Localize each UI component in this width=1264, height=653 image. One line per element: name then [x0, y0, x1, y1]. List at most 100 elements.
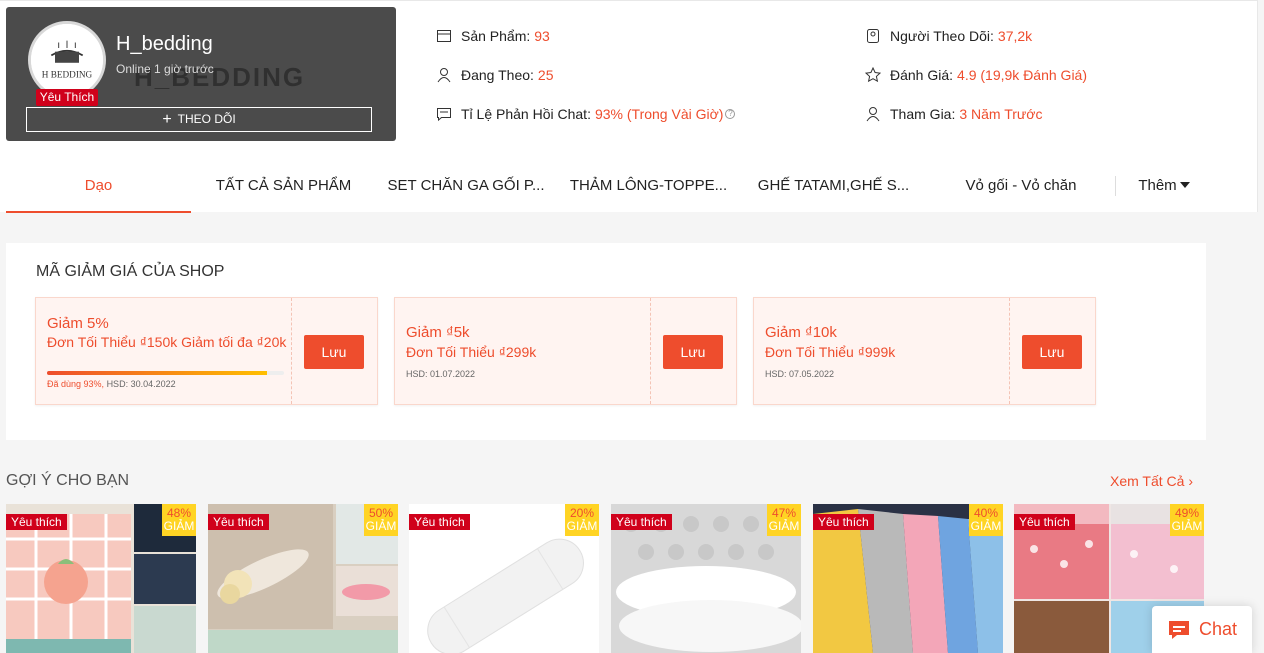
voucher-condition: Đơn Tối Thiểu ₫299k	[406, 344, 537, 360]
stat-following-label: Đang Theo:	[461, 67, 534, 83]
avatar-logo-text: H BEDDING	[42, 70, 93, 80]
stat-following-value: 25	[537, 67, 554, 83]
see-all-link[interactable]: Xem Tất Cả ›	[1110, 473, 1193, 489]
voucher-section: MÃ GIẢM GIÁ CỦA SHOP Giảm 5% Đơn Tối Thi…	[6, 243, 1206, 440]
voucher-used: Đã dùng 93%,	[47, 379, 105, 389]
preferred-badge: Yêu Thích	[36, 89, 98, 106]
stat-following: Đang Theo: 25	[436, 67, 553, 83]
tab-more[interactable]: Thêm	[1124, 159, 1204, 213]
product-card[interactable]: Yêu thích 48% GIẢM	[6, 504, 196, 653]
help-icon[interactable]: ?	[725, 109, 736, 119]
shop-card: H_BEDDING H BEDDING Yêu Thích H_bedding …	[6, 7, 396, 141]
chevron-right-icon: ›	[1188, 473, 1193, 489]
save-voucher-button[interactable]: Lưu	[1022, 335, 1082, 369]
tab-all-products[interactable]: TẤT CẢ SẢN PHẨM	[201, 159, 366, 213]
stat-followers-value: 37,2k	[997, 28, 1033, 44]
shop-name: H_bedding	[116, 33, 213, 55]
follow-label: THEO DÕI	[177, 112, 236, 126]
stat-joined-label: Tham Gia:	[890, 106, 956, 122]
discount-badge: 49% GIẢM	[1170, 504, 1204, 536]
save-voucher-button[interactable]: Lưu	[304, 335, 364, 369]
voucher-note: Đã dùng 93%, HSD: 30.04.2022	[47, 379, 176, 389]
discount-badge: 48% GIẢM	[162, 504, 196, 536]
stat-rating-label: Đánh Giá:	[890, 67, 954, 83]
product-card[interactable]: Yêu thích 40% GIẢM	[813, 504, 1003, 653]
stat-chat-rate-value: 93% (Trong Vài Giờ)	[594, 106, 724, 122]
voucher-expiry: HSD: 07.05.2022	[765, 369, 835, 379]
discount-badge: 40% GIẢM	[969, 504, 1003, 536]
discount-label: GIẢM	[1171, 519, 1203, 533]
tab-more-label: Thêm	[1138, 177, 1177, 194]
voucher-body: Giảm 5% Đơn Tối Thiểu ₫150k Giảm tối đa …	[36, 298, 292, 404]
see-all-label: Xem Tất Cả	[1110, 473, 1185, 489]
voucher-expiry: HSD: 01.07.2022	[406, 369, 476, 379]
chat-label: Chat	[1198, 619, 1238, 639]
stat-joined-value: 3 Năm Trước	[959, 106, 1043, 122]
stat-followers: Người Theo Dõi: 37,2k	[865, 28, 1032, 44]
chat-button[interactable]: Chat	[1152, 606, 1252, 653]
voucher-body: Giảm ₫10k Đơn Tối Thiểu ₫999k HSD: 07.05…	[754, 298, 1010, 404]
stat-followers-label: Người Theo Dõi:	[890, 28, 994, 44]
chat-icon	[1168, 620, 1189, 639]
discount-label: GIẢM	[365, 519, 397, 533]
tab-tatami-chairs[interactable]: GHẾ TATAMI,GHẾ S...	[746, 159, 921, 213]
voucher-heading: Giảm 5%	[47, 315, 109, 332]
favorite-badge: Yêu thích	[813, 514, 874, 530]
star-icon	[865, 67, 881, 83]
voucher-card: Giảm ₫5k Đơn Tối Thiểu ₫299k HSD: 01.07.…	[394, 297, 737, 405]
voucher-usage-fill	[47, 371, 268, 375]
voucher-heading: Giảm ₫5k	[406, 324, 470, 341]
product-card[interactable]: Yêu thích 47% GIẢM	[611, 504, 801, 653]
favorite-badge: Yêu thích	[6, 514, 67, 530]
person-icon	[866, 107, 880, 122]
follow-button[interactable]: + THEO DÕI	[26, 107, 372, 132]
plus-icon: +	[162, 111, 172, 128]
discount-label: GIẢM	[163, 519, 195, 533]
store-icon	[437, 30, 451, 42]
stat-rating-value: 4.9 (19,9k Đánh Giá)	[957, 67, 1088, 83]
voucher-expiry: HSD: 30.04.2022	[106, 379, 176, 389]
tab-pillow-covers[interactable]: Vỏ gối - Vỏ chăn	[946, 159, 1096, 213]
shop-avatar[interactable]: H BEDDING	[28, 21, 106, 99]
discount-label: GIẢM	[768, 519, 800, 533]
stat-chat-rate-label: Tỉ Lệ Phản Hồi Chat:	[461, 106, 591, 122]
discount-badge: 50% GIẢM	[364, 504, 398, 536]
discount-badge: 47% GIẢM	[767, 504, 801, 536]
voucher-card: Giảm 5% Đơn Tối Thiểu ₫150k Giảm tối đa …	[35, 297, 378, 405]
stat-products: Sản Phẩm: 93	[436, 28, 550, 44]
save-voucher-button[interactable]: Lưu	[663, 335, 723, 369]
stat-rating: Đánh Giá: 4.9 (19,9k Đánh Giá)	[865, 67, 1087, 83]
favorite-badge: Yêu thích	[1014, 514, 1075, 530]
discount-label: GIẢM	[970, 519, 1002, 533]
suggestions-title: GỢI Ý CHO BẠN	[6, 472, 130, 489]
voucher-body: Giảm ₫5k Đơn Tối Thiểu ₫299k HSD: 01.07.…	[395, 298, 651, 404]
favorite-badge: Yêu thích	[611, 514, 672, 530]
stat-products-value: 93	[534, 28, 550, 44]
nav-divider	[1115, 176, 1116, 196]
followers-icon	[867, 29, 879, 43]
stat-joined: Tham Gia: 3 Năm Trước	[865, 106, 1042, 122]
voucher-section-title: MÃ GIẢM GIÁ CỦA SHOP	[36, 263, 225, 280]
voucher-card: Giảm ₫10k Đơn Tối Thiểu ₫999k HSD: 07.05…	[753, 297, 1096, 405]
discount-label: GIẢM	[566, 519, 598, 533]
tab-bedding-sets[interactable]: SET CHĂN GA GỐI P...	[376, 159, 556, 213]
tab-carpets-toppers[interactable]: THẢM LÔNG-TOPPE...	[561, 159, 736, 213]
favorite-badge: Yêu thích	[208, 514, 269, 530]
shop-header: H_BEDDING H BEDDING Yêu Thích H_bedding …	[0, 0, 1258, 213]
user-icon	[437, 68, 451, 83]
voucher-usage-bar	[47, 371, 284, 375]
discount-badge: 20% GIẢM	[565, 504, 599, 536]
voucher-condition: Đơn Tối Thiểu ₫999k	[765, 344, 896, 360]
voucher-heading: Giảm ₫10k	[765, 324, 837, 341]
tab-dao[interactable]: Dạo	[6, 159, 191, 213]
shop-online-status: Online 1 giờ trước	[116, 62, 214, 76]
chat-bubble-icon	[437, 108, 451, 122]
favorite-badge: Yêu thích	[409, 514, 470, 530]
caret-down-icon	[1179, 182, 1190, 188]
stat-chat-rate: Tỉ Lệ Phản Hồi Chat: 93% (Trong Vài Giờ)?	[436, 106, 736, 122]
shop-nav: Dạo TẤT CẢ SẢN PHẨM SET CHĂN GA GỐI P...…	[6, 159, 1258, 213]
voucher-condition: Đơn Tối Thiểu ₫150k Giảm tối đa ₫20k	[47, 334, 287, 350]
stat-products-label: Sản Phẩm:	[461, 28, 531, 44]
product-card[interactable]: Yêu thích 50% GIẢM	[208, 504, 398, 653]
product-card[interactable]: Yêu thích 20% GIẢM	[409, 504, 599, 653]
